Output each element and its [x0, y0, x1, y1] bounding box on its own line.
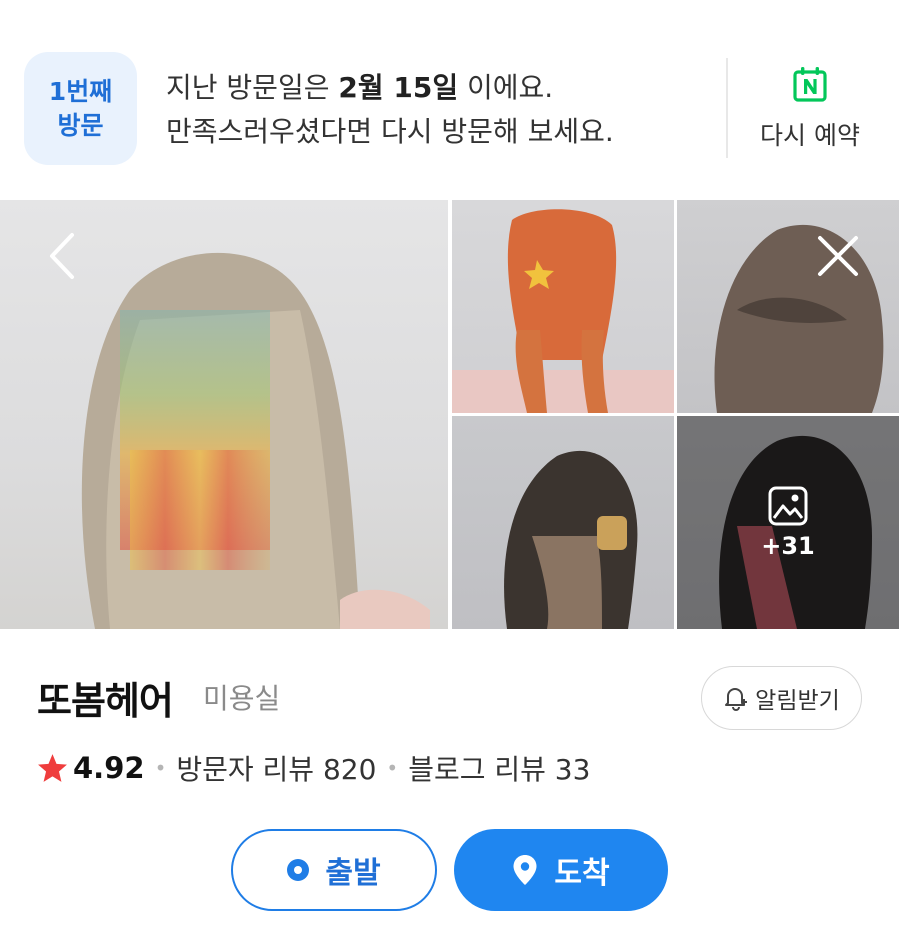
more-photos-count: +31	[761, 531, 815, 560]
depart-label: 출발	[325, 856, 381, 891]
blog-reviews-link[interactable]: 블로그 리뷰 33	[408, 748, 590, 788]
rebook-label: 다시 예약	[760, 121, 860, 150]
rating-row: 4.92 • 방문자 리뷰 820 • 블로그 리뷰 33	[36, 748, 590, 788]
visit-message: 지난 방문일은 2월 15일 이에요. 만족스러우셨다면 다시 방문해 보세요.	[166, 66, 614, 154]
depart-button[interactable]: 출발	[231, 829, 437, 911]
close-icon	[818, 236, 858, 276]
close-button[interactable]	[808, 226, 868, 286]
back-button[interactable]	[32, 226, 92, 286]
place-name: 또봄헤어	[37, 679, 174, 723]
claw-clip-hair-image	[504, 450, 638, 629]
visit-label: 방문	[57, 110, 104, 140]
rating-value: 4.92	[73, 751, 145, 785]
image-icon	[768, 486, 808, 525]
notify-label: 알림받기	[755, 688, 840, 714]
star-icon	[38, 753, 67, 782]
visit-banner: 1번째 방문 지난 방문일은 2월 15일 이에요. 만족스러우셨다면 다시 방…	[0, 0, 899, 200]
visit-message-line2: 만족스러우셨다면 다시 방문해 보세요.	[166, 115, 614, 148]
more-photos-button[interactable]: +31	[677, 416, 899, 629]
visit-count: 1번째	[48, 76, 113, 106]
photo-thumbnail[interactable]	[452, 200, 674, 413]
photo-thumbnail[interactable]	[452, 416, 674, 629]
last-visit-date: 2월 15일	[338, 71, 459, 104]
naver-calendar-icon	[793, 67, 827, 102]
arrive-label: 도착	[554, 856, 610, 891]
chevron-left-icon	[50, 233, 74, 279]
divider	[726, 58, 728, 158]
braided-hair-image	[452, 209, 674, 413]
rebook-button[interactable]: 다시 예약	[735, 60, 885, 160]
visit-count-badge: 1번째 방문	[24, 52, 137, 165]
map-pin-icon	[513, 855, 537, 885]
origin-dot-icon	[287, 859, 310, 881]
place-category: 미용실	[203, 682, 281, 715]
notify-button[interactable]: 알림받기	[701, 666, 862, 730]
arrive-button[interactable]: 도착	[454, 829, 668, 911]
visitor-reviews-link[interactable]: 방문자 리뷰 820	[176, 748, 376, 788]
bell-plus-icon	[725, 688, 748, 711]
